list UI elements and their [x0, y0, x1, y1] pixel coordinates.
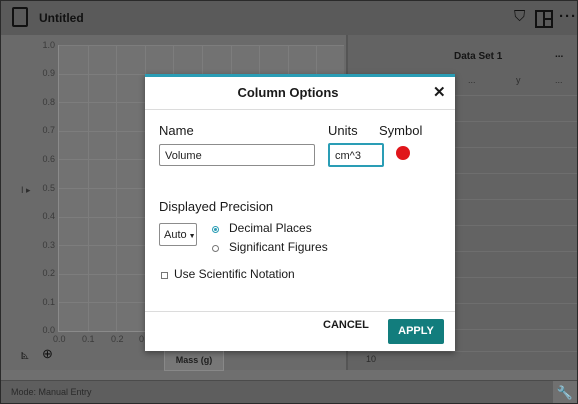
y-tick: 0.7 — [42, 125, 55, 135]
column-menu-button[interactable]: ... — [468, 75, 476, 96]
document-icon — [12, 7, 28, 27]
zoom-icon[interactable]: ⊕ — [42, 346, 53, 362]
dialog-title: Column Options — [237, 85, 339, 100]
precision-select-value: Auto — [164, 229, 187, 241]
precision-select[interactable]: Auto ▼ — [159, 223, 197, 246]
wrench-icon[interactable]: 🔧 — [553, 381, 577, 403]
close-icon[interactable]: ✕ — [433, 83, 446, 101]
y-tick: 0.8 — [42, 97, 55, 107]
column-menu-button[interactable]: ... — [555, 75, 563, 96]
graph-tool-icon[interactable]: ⦝ — [21, 346, 29, 363]
dataset-menu-button[interactable]: ... — [555, 49, 563, 60]
scientific-notation-label[interactable]: Use Scientific Notation — [174, 267, 295, 281]
y-tick: 0.5 — [42, 183, 55, 193]
dataset-title: Data Set 1 — [454, 51, 503, 62]
scientific-notation-checkbox[interactable] — [161, 272, 168, 279]
y-tick: 0.0 — [42, 325, 55, 335]
layout-icon[interactable] — [535, 10, 553, 28]
y-tick: 0.4 — [42, 211, 55, 221]
y-tick: 1.0 — [42, 40, 55, 50]
y-tick: 0.2 — [42, 268, 55, 278]
x-tick: 0.1 — [82, 334, 95, 344]
status-bar: Mode: Manual Entry 🔧 — [1, 380, 577, 403]
cancel-button[interactable]: CANCEL — [323, 319, 369, 331]
symbol-swatch[interactable] — [396, 146, 410, 160]
x-tick: 0.2 — [111, 334, 124, 344]
shield-icon[interactable]: ⛉ — [514, 9, 525, 24]
decimal-places-radio[interactable] — [212, 226, 219, 233]
x-axis-label-button[interactable]: Mass (g) — [164, 349, 224, 371]
chevron-down-icon: ▼ — [188, 233, 196, 240]
name-label: Name — [159, 123, 194, 138]
y-tick: 0.6 — [42, 154, 55, 164]
units-label: Units — [328, 123, 358, 138]
significant-figures-label[interactable]: Significant Figures — [229, 240, 328, 254]
significant-figures-radio[interactable] — [212, 245, 219, 252]
x-tick: 0.0 — [53, 334, 66, 344]
apply-button[interactable]: APPLY — [388, 319, 444, 344]
y-axis-button[interactable]: I ▸ — [21, 185, 31, 196]
name-field[interactable]: Volume — [159, 144, 315, 166]
title-bar: Untitled ⛉ ··· — [1, 1, 577, 35]
column-header-y[interactable]: y — [516, 75, 521, 96]
precision-label: Displayed Precision — [159, 199, 274, 214]
decimal-places-label[interactable]: Decimal Places — [229, 221, 312, 235]
units-field[interactable]: cm^3 — [328, 143, 384, 167]
y-tick: 0.9 — [42, 68, 55, 78]
window-title: Untitled — [39, 11, 84, 25]
column-options-dialog: Column Options ✕ Name Volume Units cm^3 … — [145, 74, 455, 351]
y-tick: 0.3 — [42, 240, 55, 250]
y-tick: 0.1 — [42, 297, 55, 307]
mode-label: Mode: Manual Entry — [11, 387, 92, 397]
x-tick: 0 — [139, 334, 145, 344]
symbol-label: Symbol — [379, 123, 423, 138]
more-icon[interactable]: ··· — [559, 8, 577, 25]
row-number: 10 — [366, 354, 377, 364]
